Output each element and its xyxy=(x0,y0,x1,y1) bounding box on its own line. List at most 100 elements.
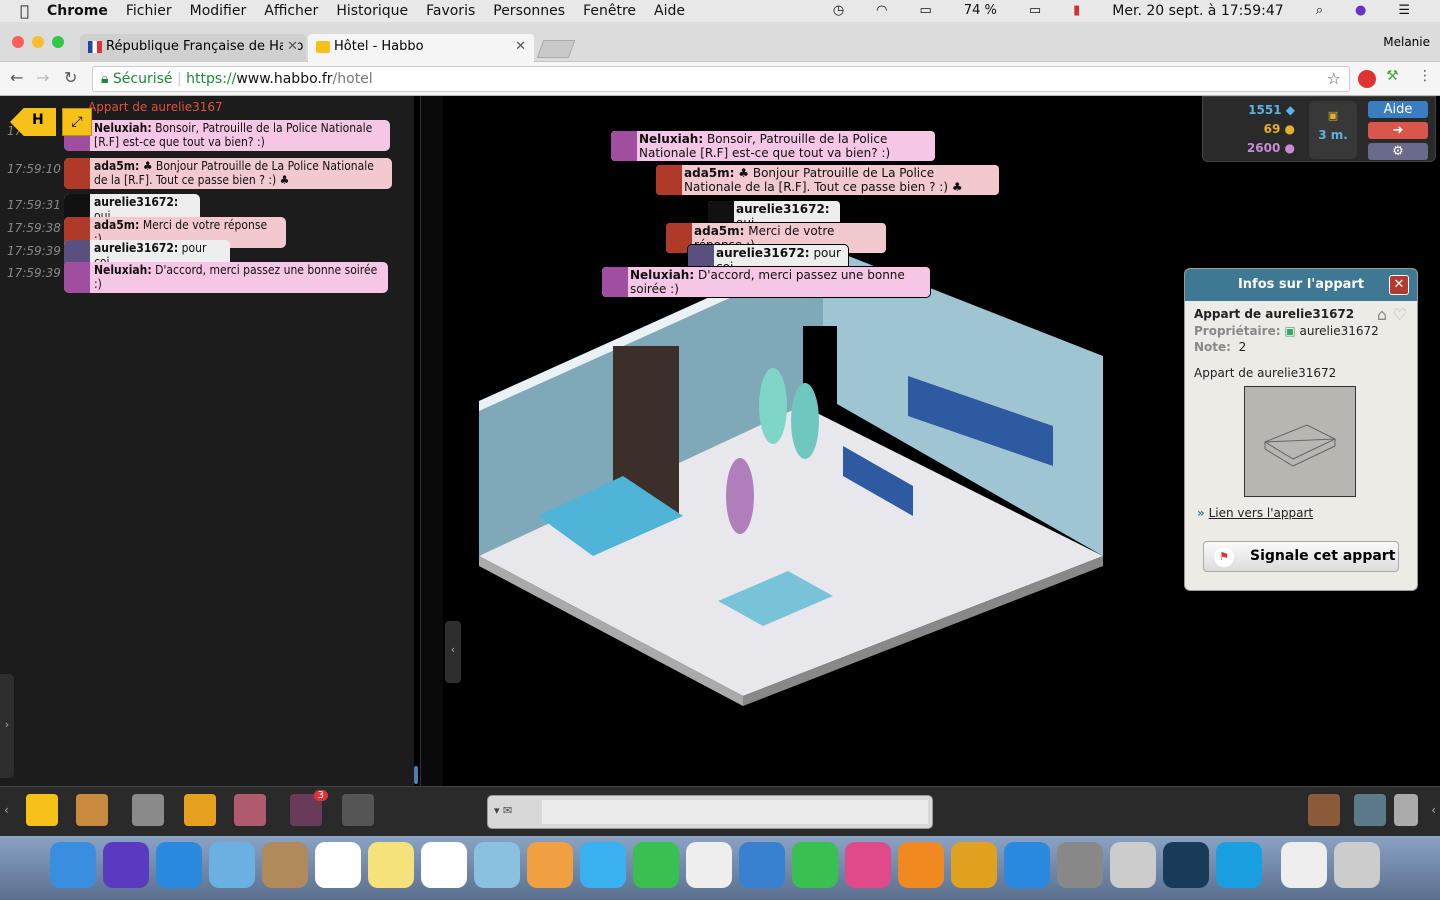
chatlog-scrollbar[interactable] xyxy=(414,766,418,784)
settings-button[interactable]: ⚙ xyxy=(1368,143,1428,160)
documents-icon[interactable] xyxy=(1281,842,1327,888)
room-collapse-handle[interactable]: ‹ xyxy=(445,621,461,683)
menu-modifier[interactable]: Modifier xyxy=(190,3,247,19)
airplay-icon[interactable]: ▭ xyxy=(920,3,932,19)
chat-username[interactable]: Neluxiah: xyxy=(94,263,152,277)
battery-percent[interactable]: 74 % xyxy=(964,3,997,19)
menu-favoris[interactable]: Favoris xyxy=(426,3,475,19)
extension-adblock-icon[interactable] xyxy=(1358,70,1376,88)
room-link[interactable]: » Lien vers l'appart xyxy=(1197,506,1313,520)
preview-icon[interactable] xyxy=(474,842,520,888)
forward-icon[interactable]: → xyxy=(36,68,49,87)
room-chat-bubble[interactable]: Neluxiah: Bonsoir, Patrouille de la Poli… xyxy=(610,130,936,162)
help-button[interactable]: Aide xyxy=(1368,101,1428,118)
close-tab-icon[interactable]: ✕ xyxy=(283,39,298,54)
menu-aide[interactable]: Aide xyxy=(654,3,685,19)
chat-username[interactable]: aurelie31672: xyxy=(736,202,830,216)
chat-username[interactable]: ada5m: xyxy=(694,224,744,238)
room-chat-bubble[interactable]: Neluxiah: D'accord, merci passez une bon… xyxy=(601,266,931,298)
finder-icon[interactable] xyxy=(50,842,96,888)
screenshot-utility-icon[interactable] xyxy=(1110,842,1156,888)
close-tab-icon[interactable]: ✕ xyxy=(515,39,526,54)
datetime[interactable]: Mer. 20 sept. à 17:59:47 xyxy=(1112,3,1283,19)
messages-icon[interactable] xyxy=(580,842,626,888)
toolbar-collapse-icon[interactable]: ‹ xyxy=(4,803,9,817)
tab-habbo[interactable]: Hôtel - Habbo ✕ xyxy=(308,34,534,62)
itunes-icon[interactable] xyxy=(845,842,891,888)
chat-username[interactable]: aurelie31672: xyxy=(94,195,178,209)
friends-icon[interactable] xyxy=(1308,794,1340,826)
chat-username[interactable]: Neluxiah: xyxy=(630,268,694,282)
menu-afficher[interactable]: Afficher xyxy=(264,3,318,19)
toolbar-expand-icon[interactable]: ‹ xyxy=(1431,803,1436,817)
close-icon[interactable]: ✕ xyxy=(1389,275,1409,295)
close-window-button[interactable] xyxy=(12,36,24,48)
diamonds-count[interactable]: 1551 ◆ xyxy=(1248,103,1295,117)
hc-membership[interactable]: ▣ 3 m. xyxy=(1309,101,1357,159)
chat-username[interactable]: Neluxiah: xyxy=(94,121,152,135)
credits-count[interactable]: 69 ● xyxy=(1264,122,1295,136)
user-avatar-icon[interactable] xyxy=(64,158,90,189)
chrome-icon[interactable] xyxy=(951,842,997,888)
calendar-icon[interactable] xyxy=(315,842,361,888)
minimize-window-button[interactable] xyxy=(32,36,44,48)
photos-icon[interactable] xyxy=(527,842,573,888)
user-avatar-icon[interactable] xyxy=(64,262,90,293)
chat-style-dropdown-icon[interactable]: ▾ ✉ xyxy=(494,804,512,817)
reload-icon[interactable]: ↻ xyxy=(64,68,77,87)
extension-icon[interactable]: ⚒ xyxy=(1386,68,1399,84)
user-avatar-icon[interactable] xyxy=(656,165,682,195)
back-icon[interactable]: ← xyxy=(10,68,23,87)
home-icon[interactable]: ⌂ xyxy=(1377,305,1387,324)
menu-personnes[interactable]: Personnes xyxy=(493,3,565,19)
trash-icon[interactable] xyxy=(1334,842,1380,888)
owner-name[interactable]: aurelie31672 xyxy=(1300,324,1379,338)
sidebar-toggle-button[interactable]: › xyxy=(0,674,14,778)
camera-icon[interactable] xyxy=(342,794,374,826)
chat-username[interactable]: ada5m: xyxy=(684,166,734,180)
messages-icon[interactable] xyxy=(1394,794,1418,826)
facetime-icon[interactable] xyxy=(633,842,679,888)
chat-bubble[interactable]: Neluxiah: Bonsoir, Patrouille de la Poli… xyxy=(64,120,390,151)
user-avatar-icon[interactable] xyxy=(602,267,628,297)
system-preferences-icon[interactable] xyxy=(1057,842,1103,888)
safari-icon[interactable] xyxy=(156,842,202,888)
wifi-icon[interactable]: ◠ xyxy=(876,3,887,19)
catalog-icon[interactable] xyxy=(132,794,164,826)
menu-app[interactable]: Chrome xyxy=(47,3,108,19)
room-chat-bubble[interactable]: ada5m: ♣ Bonjour Patrouille de La Police… xyxy=(655,164,1000,196)
chrome-menu-icon[interactable]: ⋮ xyxy=(1418,68,1432,84)
notification-center-icon[interactable]: ☰ xyxy=(1398,3,1410,19)
duckets-count[interactable]: 2600 ● xyxy=(1247,141,1295,155)
chat-username[interactable]: ada5m: xyxy=(94,159,139,173)
user-avatar-icon[interactable] xyxy=(611,131,637,161)
contacts-icon[interactable] xyxy=(262,842,308,888)
league-of-legends-icon[interactable] xyxy=(1163,842,1209,888)
rooms-navigator-icon[interactable] xyxy=(76,794,108,826)
favorite-heart-icon[interactable]: ♡ xyxy=(1393,305,1407,324)
numbers-icon[interactable] xyxy=(792,842,838,888)
menu-fichier[interactable]: Fichier xyxy=(126,3,172,19)
spotlight-icon[interactable]: ⌕ xyxy=(1316,3,1323,19)
logout-button[interactable]: ➜ xyxy=(1368,122,1428,139)
chat-input[interactable] xyxy=(542,800,928,824)
zoom-window-button[interactable] xyxy=(52,36,64,48)
expand-icon[interactable]: ⤢ xyxy=(62,108,92,136)
apple-icon[interactable]:  xyxy=(20,2,29,20)
messenger-avatar-icon[interactable]: 3 xyxy=(290,790,328,826)
siri-icon[interactable]: ● xyxy=(1355,3,1366,19)
url-input[interactable]: 🔒︎ Sécurisé | https://www.habbo.fr/hotel… xyxy=(92,66,1350,92)
keynote-icon[interactable] xyxy=(739,842,785,888)
ibooks-icon[interactable] xyxy=(898,842,944,888)
new-tab-button[interactable] xyxy=(536,40,576,58)
chat-username[interactable]: aurelie31672: xyxy=(716,246,810,260)
bookmark-star-icon[interactable]: ☆ xyxy=(1327,69,1341,88)
search-friends-icon[interactable] xyxy=(1354,794,1386,826)
time-machine-icon[interactable]: ◷ xyxy=(833,3,844,19)
chat-bubble[interactable]: Neluxiah: D'accord, merci passez une bon… xyxy=(64,262,388,293)
chat-input-bar[interactable]: ▾ ✉ xyxy=(487,795,933,829)
chat-username[interactable]: Neluxiah: xyxy=(639,132,703,146)
hotel-view-icon[interactable] xyxy=(26,794,58,826)
profile-name[interactable]: Melanie xyxy=(1383,35,1430,49)
app-store-icon[interactable] xyxy=(1004,842,1050,888)
